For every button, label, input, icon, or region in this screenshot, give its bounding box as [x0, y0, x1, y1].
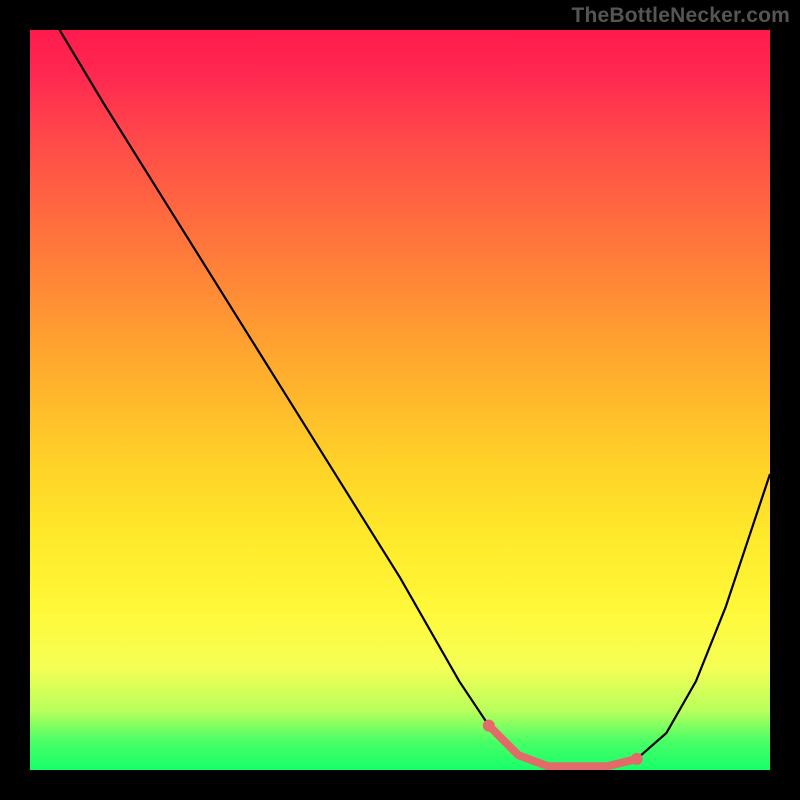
bottleneck-curve	[60, 30, 770, 766]
highlight-endpoint	[483, 720, 495, 732]
chart-frame: TheBottleNecker.com	[0, 0, 800, 800]
highlight-endpoint	[631, 753, 643, 765]
curve-layer	[30, 30, 770, 770]
highlight-flat-region	[489, 726, 637, 767]
watermark-text: TheBottleNecker.com	[571, 4, 790, 28]
plot-area	[30, 30, 770, 770]
